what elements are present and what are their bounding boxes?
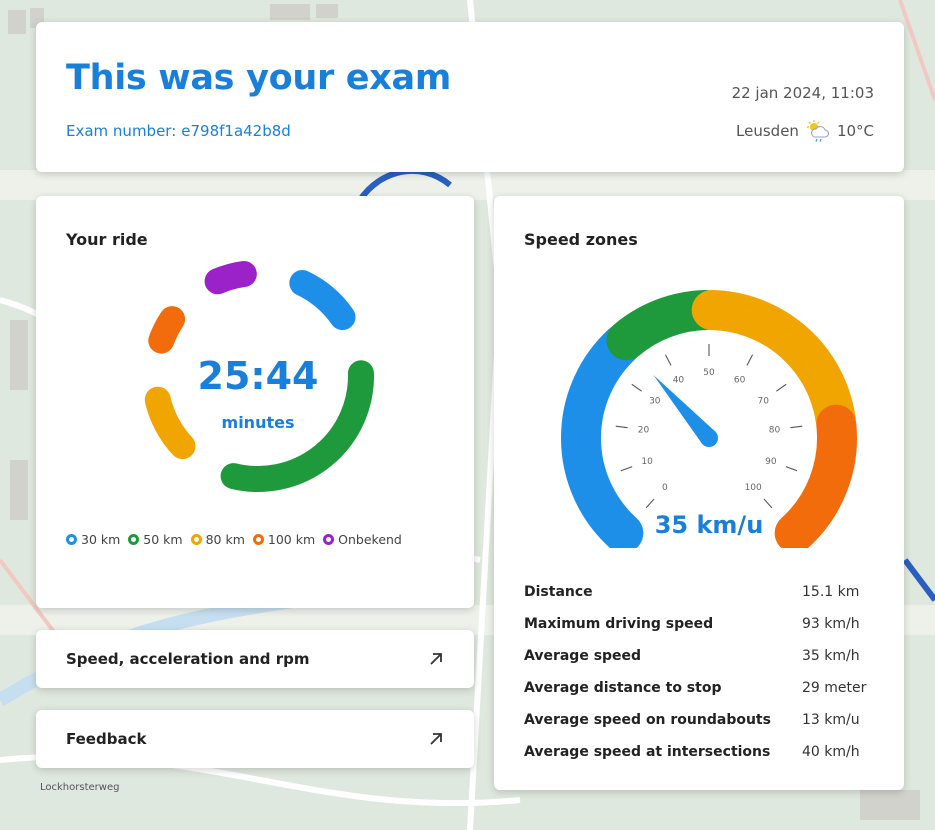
gauge-tick	[790, 425, 803, 429]
exam-location: Leusden	[736, 122, 799, 140]
stat-value: 15.1 km	[802, 584, 860, 600]
donut-segment-80-km	[144, 386, 196, 460]
gauge-tick-label: 80	[769, 426, 781, 436]
your-ride-card: Your ride 25:44 minutes 30 km 50 km 80 k…	[36, 196, 474, 608]
arrow-up-right-icon	[430, 653, 442, 665]
donut-segment-100-km	[148, 306, 186, 354]
stat-value: 35 km/h	[802, 648, 860, 664]
exam-number: Exam number: e798f1a42b8d	[66, 122, 291, 140]
stat-label: Distance	[524, 584, 593, 600]
stat-row-average-speed: Average speed 35 km/h	[524, 640, 884, 672]
stat-row-max-speed: Maximum driving speed 93 km/h	[524, 608, 884, 640]
stat-label: Maximum driving speed	[524, 616, 714, 632]
speed-link-label: Speed, acceleration and rpm	[66, 650, 310, 668]
sun-behind-rain-cloud-icon	[806, 120, 829, 142]
gauge-tick	[785, 466, 798, 472]
gauge-tick	[645, 498, 655, 509]
gauge-tick	[664, 354, 672, 366]
gauge-tick	[776, 383, 787, 392]
exam-number-value: e798f1a42b8d	[181, 122, 291, 140]
stat-label: Average speed on roundabouts	[524, 712, 771, 728]
legend-dot	[66, 534, 77, 545]
gauge-needle-hub	[700, 429, 718, 447]
ride-duration-unit: minutes	[222, 413, 295, 432]
exam-datetime: 22 jan 2024, 11:03	[731, 84, 874, 102]
stat-row-intersections: Average speed at intersections 40 km/h	[524, 736, 884, 768]
legend-item-50-km: 50 km	[128, 532, 183, 547]
exam-header-card: This was your exam Exam number: e798f1a42…	[36, 22, 904, 172]
legend-label: 100 km	[267, 532, 316, 547]
gauge-tick-label: 100	[745, 483, 762, 493]
gauge-tick	[620, 466, 633, 472]
legend-label: 50 km	[143, 532, 183, 547]
legend-item-onbekend: Onbekend	[323, 532, 402, 547]
donut-segment-30-km	[289, 270, 356, 331]
gauge-band-0-35	[561, 323, 644, 548]
legend-item-80-km: 80 km	[190, 532, 245, 547]
stat-value: 40 km/h	[802, 744, 860, 760]
legend-label: 80 km	[205, 532, 245, 547]
ride-donut-chart: 25:44 minutes	[144, 260, 374, 492]
legend-dot	[128, 534, 140, 545]
street-label: Lockhorsterweg	[40, 782, 119, 793]
stat-value: 13 km/u	[802, 712, 860, 728]
exam-number-label: Exam number:	[66, 122, 177, 140]
legend-item-30-km: 30 km	[66, 532, 120, 547]
feedback-link-label: Feedback	[66, 730, 147, 748]
gauge-tick	[763, 498, 773, 509]
page-title: This was your exam	[66, 58, 452, 98]
gauge-tick-label: 70	[757, 396, 769, 406]
legend-label: Onbekend	[338, 532, 402, 547]
legend-dot	[190, 534, 202, 545]
legend-dot	[323, 534, 335, 545]
gauge-tick-label: 90	[765, 457, 777, 467]
arrow-up-right-icon	[430, 733, 442, 745]
gauge-band-50-80	[691, 290, 856, 440]
legend-dot	[252, 534, 264, 545]
stat-label: Average speed	[524, 648, 642, 664]
speed-zones-title: Speed zones	[524, 230, 638, 249]
speed-acceleration-rpm-link[interactable]: Speed, acceleration and rpm	[36, 630, 474, 688]
ride-duration: 25:44	[198, 354, 319, 398]
exam-temperature: 10°C	[836, 122, 874, 140]
gauge-speed-value: 35 km/u	[655, 511, 764, 539]
stat-value: 29 meter	[802, 680, 867, 696]
legend-item-100-km: 100 km	[252, 532, 316, 547]
stat-row-distance-to-stop: Average distance to stop 29 meter	[524, 672, 884, 704]
stat-row-roundabouts: Average speed on roundabouts 13 km/u	[524, 704, 884, 736]
stat-label: Average speed at intersections	[524, 744, 771, 760]
gauge-tick-label: 50	[703, 368, 715, 378]
speed-gauge: 0 10 20 30 40 50 60 70 80 90 100 35 km/u	[561, 290, 857, 548]
gauge-tick-label: 40	[673, 376, 685, 386]
exam-weather: Leusden 10°C	[736, 120, 874, 142]
gauge-tick	[746, 354, 754, 366]
legend-label: 30 km	[81, 532, 121, 547]
stat-label: Average distance to stop	[524, 680, 722, 696]
gauge-tick-label: 10	[641, 457, 653, 467]
gauge-tick-label: 0	[662, 483, 668, 493]
ride-statistics: Distance 15.1 km Maximum driving speed 9…	[524, 576, 884, 768]
donut-segment-onbekend	[204, 260, 257, 295]
gauge-tick-label: 20	[638, 426, 650, 436]
gauge-band-80-100	[774, 404, 857, 548]
feedback-link[interactable]: Feedback	[36, 710, 474, 768]
gauge-tick-label: 30	[649, 396, 661, 406]
stat-row-distance: Distance 15.1 km	[524, 576, 884, 608]
ride-legend: 30 km 50 km 80 km 100 km Onbekend	[66, 532, 456, 547]
gauge-tick-label: 60	[734, 376, 746, 386]
gauge-tick	[631, 383, 642, 392]
speed-zones-card: Speed zones 0 10 20 30 40 50 60 70 80 90 100 35 km…	[494, 196, 904, 790]
gauge-tick	[615, 425, 628, 429]
stat-value: 93 km/h	[802, 616, 860, 632]
